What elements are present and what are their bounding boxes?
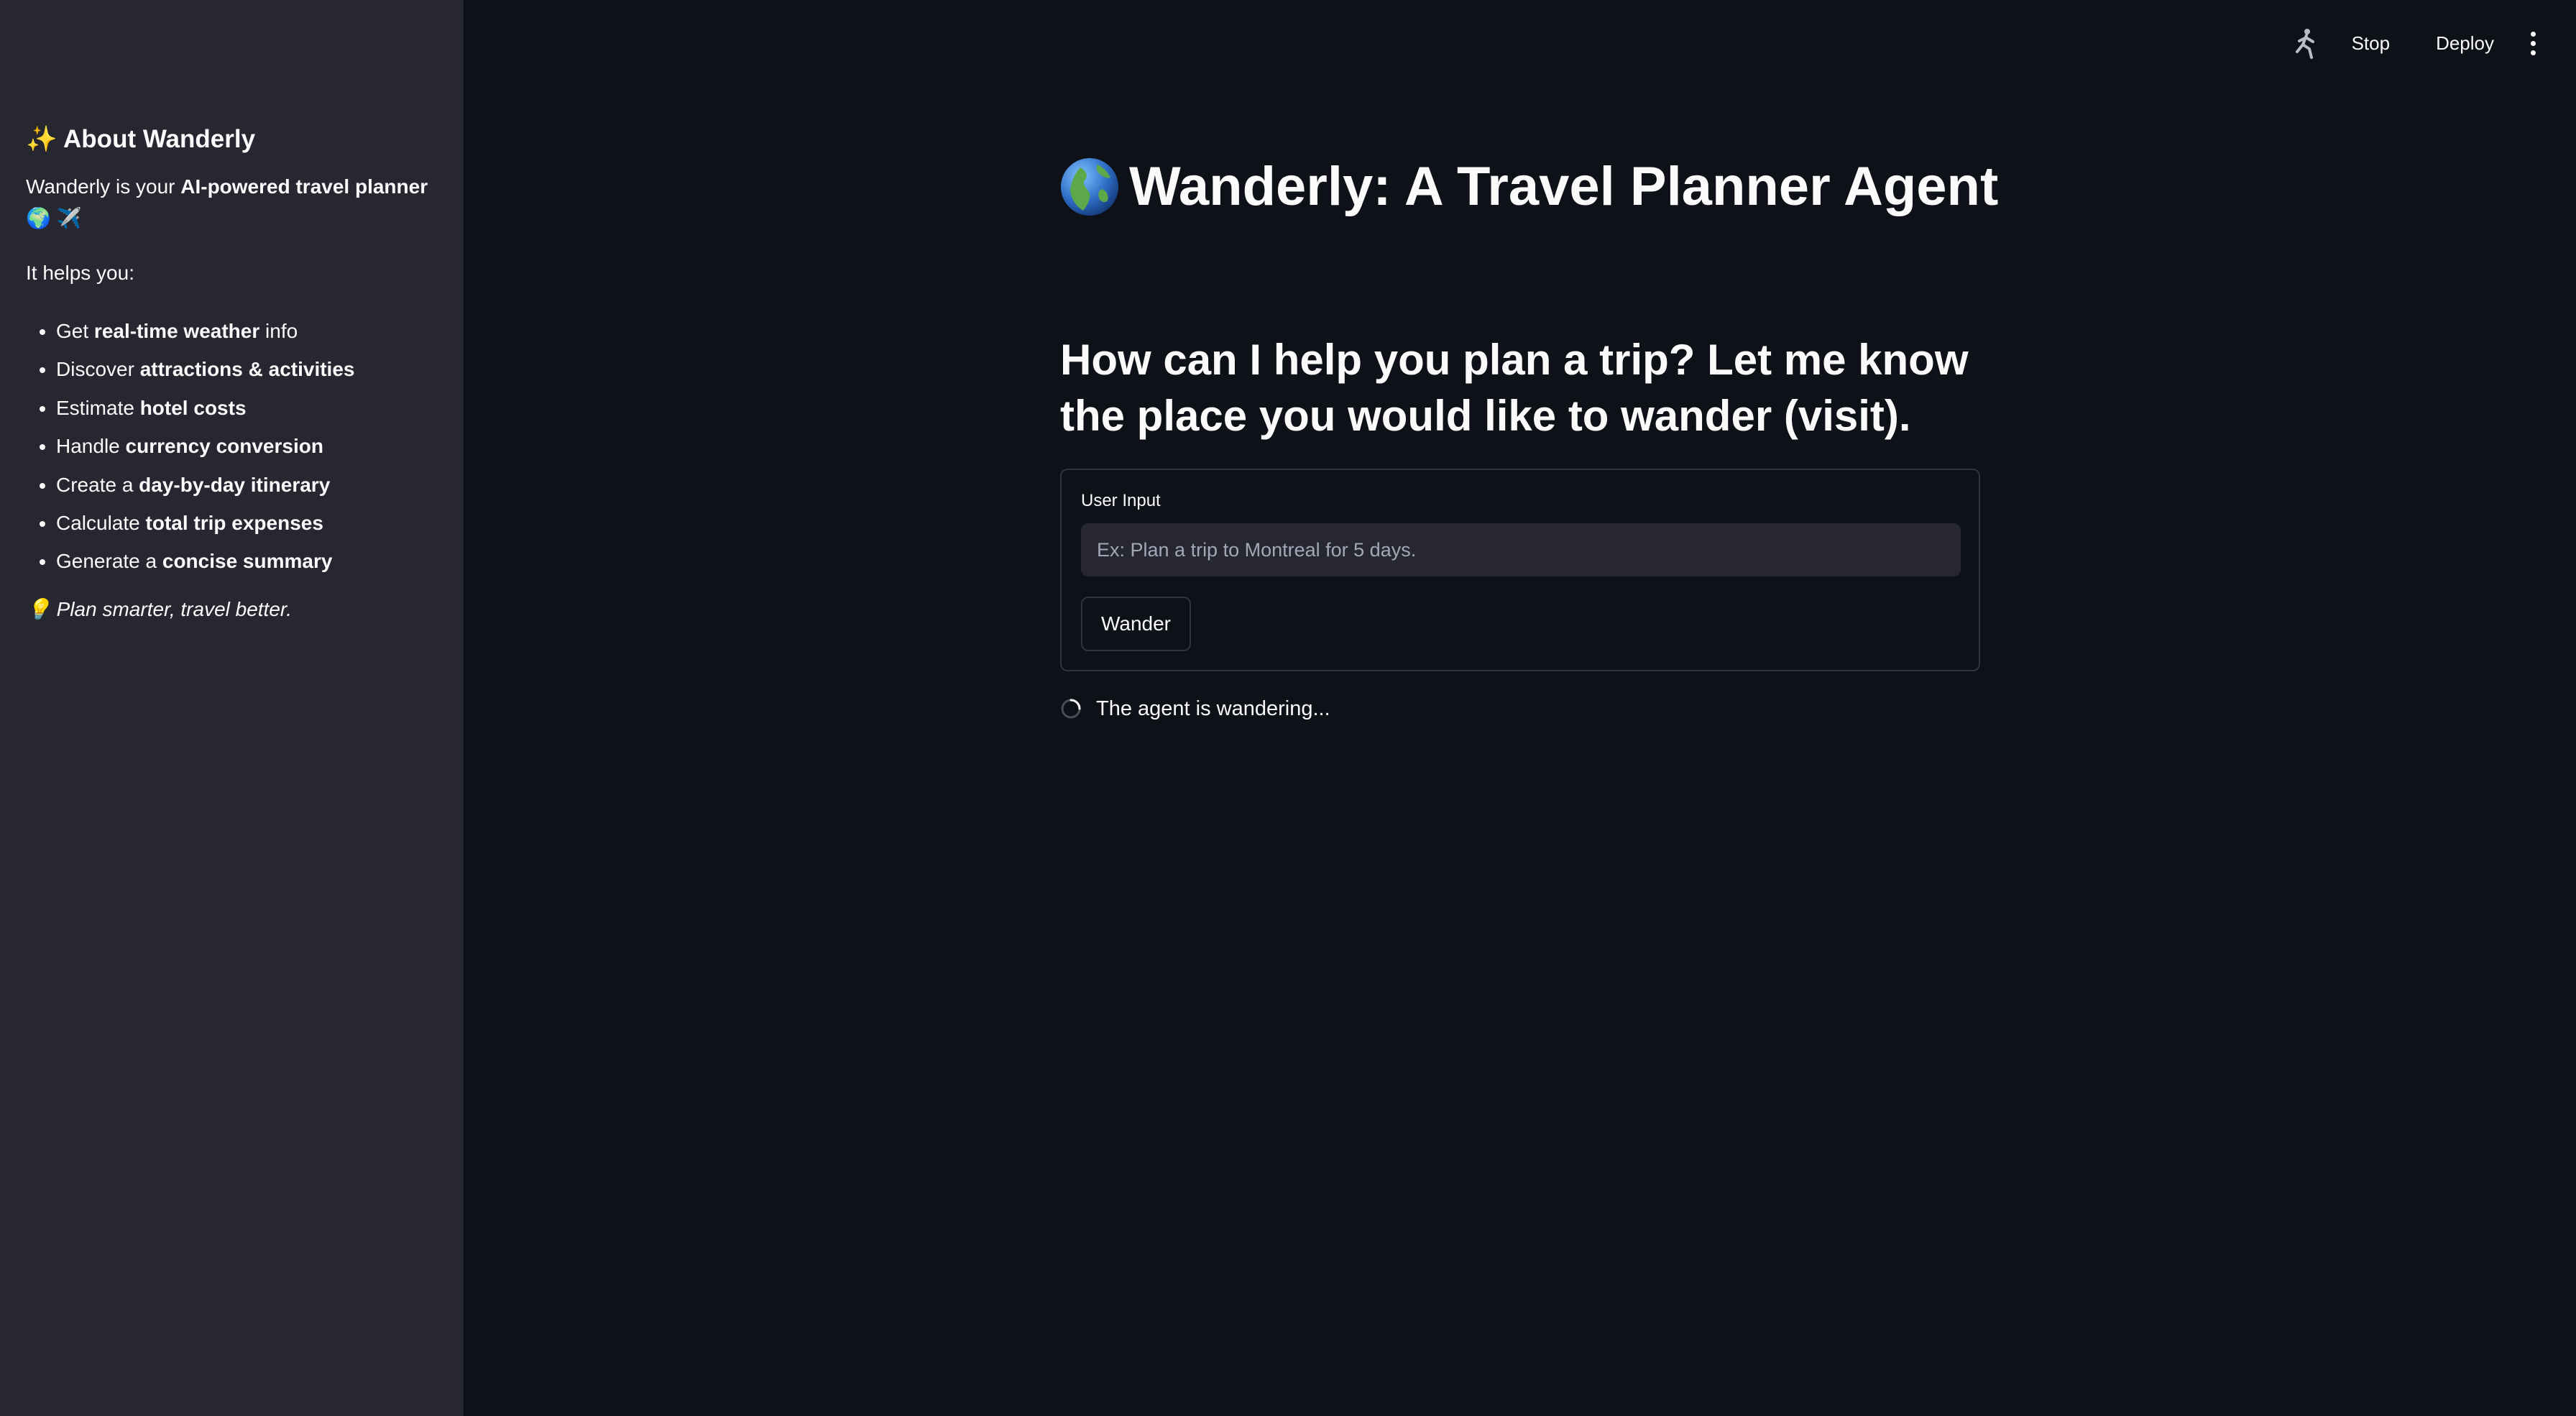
prompt-heading: How can I help you plan a trip? Let me k… [1060, 336, 1969, 440]
sidebar-helps-label: It helps you: [26, 262, 134, 284]
feature-bold: day-by-day itinerary [139, 473, 331, 496]
feature-item: Discover attractions & activities [56, 350, 438, 388]
vertical-dots-icon[interactable] [2518, 27, 2547, 59]
feature-bold: attractions & activities [139, 358, 355, 381]
feature-bold: total trip expenses [145, 512, 323, 535]
page-title: Wanderly: A Travel Planner Agent [1060, 151, 1998, 223]
globe-plane-icon: 🌍 ✈️ [26, 207, 82, 229]
feature-bold: concise summary [162, 550, 333, 573]
sidebar-title-text: About Wanderly [63, 125, 256, 153]
sparkles-icon: ✨ [26, 125, 58, 153]
feature-prefix: Calculate [56, 512, 146, 535]
feature-prefix: Handle [56, 435, 126, 458]
feature-prefix: Estimate [56, 396, 140, 419]
page-title-text: Wanderly: A Travel Planner Agent [1129, 156, 1999, 217]
feature-bold: currency conversion [125, 435, 323, 458]
globe-icon [1061, 158, 1118, 216]
user-input-label: User Input [1081, 491, 1161, 510]
feature-item: Calculate total trip expenses [56, 504, 438, 542]
feature-suffix: info [259, 320, 298, 342]
feature-item: Create a day-by-day itinerary [56, 466, 438, 504]
feature-prefix: Create a [56, 473, 139, 496]
sidebar-intro: Wanderly is your AI-powered travel plann… [26, 171, 438, 234]
sidebar-title: ✨ About Wanderly [26, 121, 438, 158]
user-input-field[interactable] [1081, 523, 1961, 576]
feature-bold: hotel costs [139, 396, 247, 419]
lightbulb-icon: 💡 [26, 597, 51, 620]
status-text: The agent is wandering... [1096, 697, 1330, 720]
feature-item: Handle currency conversion [56, 427, 438, 465]
wander-button[interactable]: Wander [1081, 597, 1192, 651]
feature-item: Generate a concise summary [56, 542, 438, 580]
spinner-icon [1061, 699, 1081, 719]
deploy-button[interactable]: Deploy [2426, 27, 2504, 60]
status-indicator: The agent is wandering... [1060, 694, 1330, 723]
feature-prefix: Get [56, 320, 94, 342]
feature-item: Get real-time weather info [56, 312, 438, 350]
app-window: ✨ About Wanderly Wanderly is your AI-pow… [0, 0, 2576, 1416]
feature-prefix: Generate a [56, 550, 162, 573]
top-toolbar: Stop Deploy [2290, 22, 2547, 65]
intro-prefix: Wanderly is your [26, 175, 181, 198]
intro-bold: AI-powered travel planner [180, 175, 428, 198]
feature-list: Get real-time weather info Discover attr… [26, 312, 438, 581]
tagline-text: Plan smarter, travel better. [56, 597, 292, 620]
feature-item: Estimate hotel costs [56, 389, 438, 427]
feature-bold: real-time weather [93, 320, 260, 342]
trip-form: User Input Wander [1060, 469, 1980, 671]
sidebar-tagline: 💡 Plan smarter, travel better. [26, 594, 438, 625]
feature-prefix: Discover [56, 358, 140, 381]
running-man-icon [2290, 27, 2322, 59]
stop-button[interactable]: Stop [2342, 27, 2401, 60]
sidebar: ✨ About Wanderly Wanderly is your AI-pow… [0, 0, 464, 1416]
